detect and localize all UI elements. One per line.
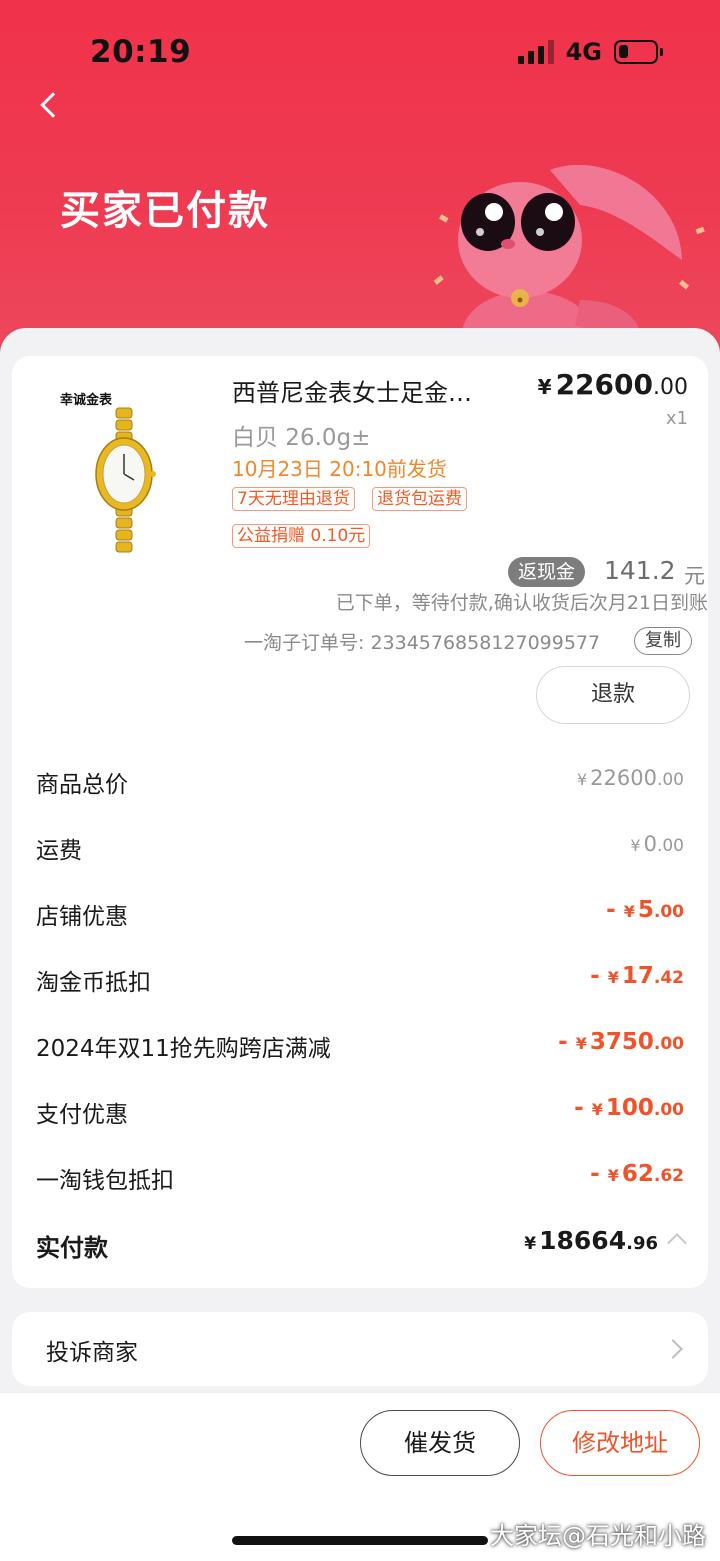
header-banner: 20:19 4G 买家已付款 xyxy=(0,0,720,380)
home-indicator[interactable] xyxy=(232,1536,488,1545)
refund-button[interactable]: 退款 xyxy=(536,666,690,724)
product-image-caption: 幸诚金表 xyxy=(60,392,113,408)
row-value-shipping: ¥0.00 xyxy=(630,832,684,856)
row-label-store-discount: 店铺优惠 xyxy=(36,904,128,930)
cashback-unit: 元 xyxy=(684,564,705,588)
row-value-subtotal: ¥22600.00 xyxy=(576,766,684,790)
row-label-wallet-deduction: 一淘钱包抵扣 xyxy=(36,1168,174,1194)
total-paid-value: ¥18664.96 xyxy=(524,1226,658,1255)
row-label-shipping: 运费 xyxy=(36,838,82,864)
row-label-payment-discount: 支付优惠 xyxy=(36,1102,128,1128)
row-value-coin-deduction: - ¥17.42 xyxy=(590,963,684,989)
battery-icon xyxy=(614,40,663,64)
product-quantity: x1 xyxy=(665,408,688,429)
signal-icon xyxy=(517,40,554,64)
network-label: 4G xyxy=(565,38,602,66)
total-paid-label: 实付款 xyxy=(36,1234,108,1262)
row-label-double11-discount: 2024年双11抢先购跨店满减 xyxy=(36,1036,331,1062)
cashback-note: 已下单，等待付款,确认收货后次月21日到账 xyxy=(335,592,708,614)
page-title: 买家已付款 xyxy=(60,188,270,234)
product-title[interactable]: 西普尼金表女士足金… xyxy=(232,373,472,408)
cashback-amount: 141.2 xyxy=(604,556,676,585)
tag-return-7days: 7天无理由退货 xyxy=(232,487,355,511)
back-arrow-icon[interactable] xyxy=(36,88,66,124)
status-icons: 4G xyxy=(517,38,663,66)
row-value-wallet-deduction: - ¥62.62 xyxy=(590,1161,684,1187)
ship-time: 10月23日 20:10前发货 xyxy=(232,457,447,481)
row-value-payment-discount: - ¥100.00 xyxy=(574,1095,684,1121)
row-label-subtotal: 商品总价 xyxy=(36,772,128,798)
tag-charity-donation: 公益捐赠 0.10元 xyxy=(232,524,371,548)
watermark-text: 大家坛@石光和小路 xyxy=(490,1522,706,1550)
row-value-store-discount: - ¥5.00 xyxy=(606,897,684,923)
cashback-badge: 返现金 xyxy=(508,557,586,587)
product-spec: 白贝 26.0g± xyxy=(232,425,371,451)
urge-shipment-button[interactable]: 催发货 xyxy=(360,1410,520,1476)
complain-merchant-label: 投诉商家 xyxy=(46,1340,138,1366)
status-time: 20:19 xyxy=(90,34,192,70)
row-label-coin-deduction: 淘金币抵扣 xyxy=(36,970,151,996)
product-price: ¥22600.00 xyxy=(537,368,688,401)
modify-address-button[interactable]: 修改地址 xyxy=(540,1410,700,1476)
tag-free-return-shipping: 退货包运费 xyxy=(372,487,467,511)
copy-button[interactable]: 复制 xyxy=(634,627,692,655)
sub-order-number: 一淘子订单号: 2334576858127099577 xyxy=(244,632,601,654)
product-image[interactable]: 幸诚金表 xyxy=(30,376,190,556)
row-value-double11-discount: - ¥3750.00 xyxy=(558,1029,684,1055)
